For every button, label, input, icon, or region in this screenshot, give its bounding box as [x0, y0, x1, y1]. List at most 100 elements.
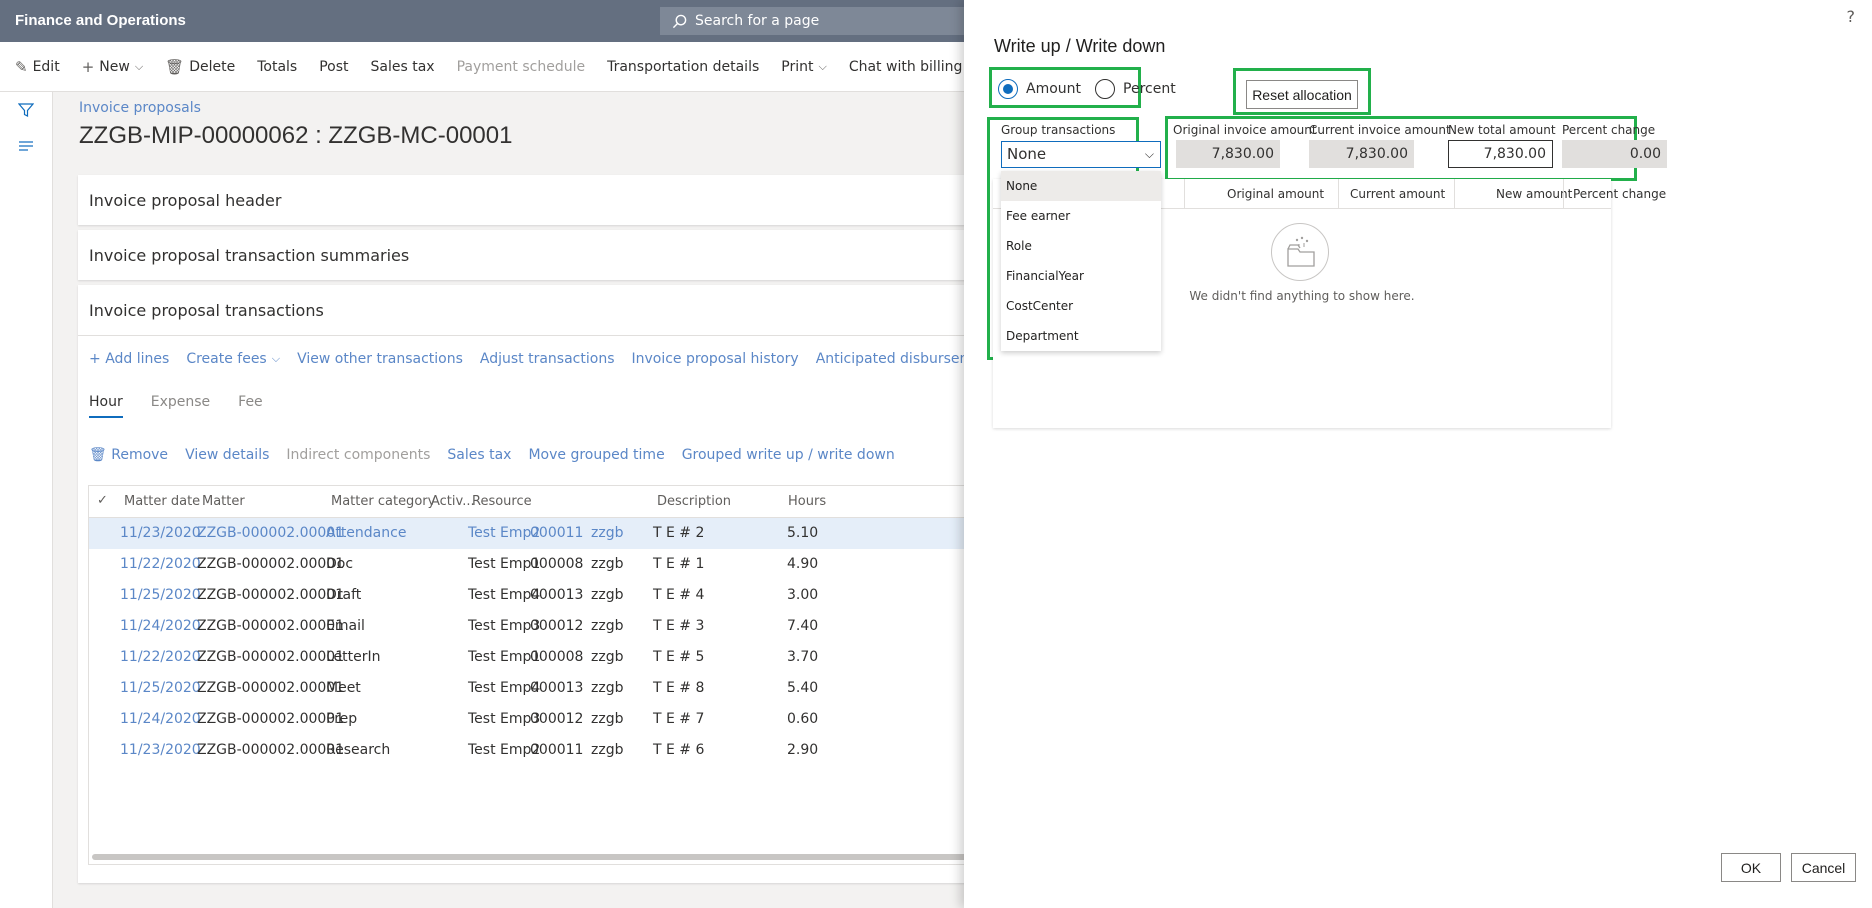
- percent-radio[interactable]: [1095, 79, 1116, 99]
- col-matter[interactable]: Matter: [202, 494, 245, 509]
- delete-button[interactable]: 🗑 Delete: [165, 58, 235, 76]
- totals-button[interactable]: Totals: [257, 59, 297, 75]
- add-lines-button[interactable]: + Add lines: [89, 351, 169, 367]
- cell-matter: ZZGB-000002.00001: [197, 525, 345, 541]
- view-details-button[interactable]: View details: [185, 447, 269, 463]
- cell-description: T E # 7: [653, 711, 705, 727]
- col-current-amount[interactable]: Current amount: [1350, 187, 1445, 201]
- table-row[interactable]: 11/22/2020 ZZGB-000002.00001 Doc Test Emp1 0…: [89, 549, 987, 580]
- cell-category: Research: [326, 742, 391, 758]
- help-icon[interactable]: ?: [1847, 7, 1856, 26]
- fasttab-summaries-title: Invoice proposal transaction summaries: [89, 246, 410, 265]
- cancel-button[interactable]: Cancel: [1791, 853, 1856, 882]
- tab-expense[interactable]: Expense: [151, 394, 210, 418]
- option-none[interactable]: None: [1001, 171, 1161, 201]
- col-description[interactable]: Description: [657, 494, 731, 509]
- col-new-amount[interactable]: New amount: [1496, 187, 1572, 201]
- sales-tax-link[interactable]: Sales tax: [447, 447, 511, 463]
- amount-radio-label[interactable]: Amount: [1026, 81, 1081, 97]
- group-transactions-dropdown[interactable]: None ⌵: [1001, 141, 1161, 168]
- cell-res-id: 000011: [530, 742, 584, 758]
- print-button[interactable]: Print ⌵: [781, 59, 827, 75]
- cell-category: Email: [326, 618, 365, 634]
- new-button[interactable]: + New ⌵: [82, 58, 143, 76]
- cell-date[interactable]: 11/22/2020: [120, 556, 201, 572]
- col-hours[interactable]: Hours: [788, 494, 826, 509]
- table-row[interactable]: 11/25/2020 ZZGB-000002.00001 Draft Test Emp…: [89, 580, 987, 611]
- cell-company: zzgb: [591, 618, 624, 634]
- option-role[interactable]: Role: [1001, 231, 1161, 261]
- cell-description: T E # 1: [653, 556, 705, 572]
- remove-button[interactable]: 🗑 Remove: [89, 447, 168, 463]
- table-row[interactable]: 11/22/2020 ZZGB-000002.00001 LetterIn Test …: [89, 642, 987, 673]
- create-fees-button[interactable]: Create fees ⌵: [186, 351, 280, 367]
- list-icon[interactable]: [18, 138, 36, 156]
- cell-company: zzgb: [591, 680, 624, 696]
- breadcrumb[interactable]: Invoice proposals: [79, 100, 201, 116]
- cell-date[interactable]: 11/22/2020: [120, 649, 201, 665]
- cell-res-id: 000008: [530, 556, 584, 572]
- view-other-transactions-button[interactable]: View other transactions: [297, 351, 463, 367]
- transportation-details-button[interactable]: Transportation details: [607, 59, 759, 75]
- select-all-checkbox[interactable]: ✓: [97, 493, 108, 508]
- mode-radio-group: Amount Percent: [998, 79, 1190, 99]
- filter-icon[interactable]: [17, 102, 36, 120]
- percent-change-label: Percent change: [1562, 123, 1656, 137]
- cell-date[interactable]: 11/24/2020: [120, 618, 201, 634]
- table-row[interactable]: 11/23/2020 ZZGB-000002.00001 Research Test …: [89, 735, 987, 766]
- search-placeholder: Search for a page: [695, 13, 820, 29]
- cell-category: LetterIn: [326, 649, 381, 665]
- page-title: ZZGB-MIP-00000062 : ZZGB-MC-00001: [79, 122, 513, 149]
- grouped-write-button[interactable]: Grouped write up / write down: [682, 447, 895, 463]
- col-percent-change[interactable]: Percent change: [1573, 187, 1666, 201]
- sales-tax-button[interactable]: Sales tax: [371, 59, 435, 75]
- edit-button[interactable]: ✎ Edit: [15, 58, 60, 76]
- fasttab-summaries[interactable]: Invoice proposal transaction summaries: [78, 230, 978, 280]
- move-grouped-time-button[interactable]: Move grouped time: [528, 447, 664, 463]
- amount-radio[interactable]: [998, 79, 1018, 99]
- option-financial-year[interactable]: FinancialYear: [1001, 261, 1161, 291]
- table-row[interactable]: 11/23/2020 ZZGB-000002.00001 Attendance Tes…: [89, 518, 987, 549]
- cell-date[interactable]: 11/23/2020: [120, 525, 201, 541]
- horizontal-scrollbar[interactable]: [92, 854, 986, 860]
- cell-description: T E # 2: [653, 525, 705, 541]
- transactions-action-bar: + Add lines Create fees ⌵ View other tran…: [89, 351, 1027, 367]
- col-matter-date[interactable]: Matter date: [124, 494, 200, 509]
- grid-header: ✓ Matter date Matter Matter category Act…: [89, 486, 987, 518]
- cell-date[interactable]: 11/23/2020: [120, 742, 201, 758]
- cell-description: T E # 4: [653, 587, 705, 603]
- cell-date[interactable]: 11/25/2020: [120, 587, 201, 603]
- cell-category: Draft: [326, 587, 362, 603]
- option-fee-earner[interactable]: Fee earner: [1001, 201, 1161, 231]
- tab-hour[interactable]: Hour: [89, 394, 123, 418]
- cell-category: Meet: [326, 680, 361, 696]
- reset-allocation-button[interactable]: Reset allocation: [1246, 80, 1358, 109]
- group-transactions-label: Group transactions: [1001, 123, 1116, 137]
- table-row[interactable]: 11/25/2020 ZZGB-000002.00001 Meet Test Emp4…: [89, 673, 987, 704]
- cell-date[interactable]: 11/25/2020: [120, 680, 201, 696]
- option-cost-center[interactable]: CostCenter: [1001, 291, 1161, 321]
- percent-radio-label[interactable]: Percent: [1123, 81, 1176, 97]
- tab-fee[interactable]: Fee: [238, 394, 263, 418]
- new-total-amount-input[interactable]: 7,830.00: [1448, 140, 1553, 168]
- table-row[interactable]: 11/24/2020 ZZGB-000002.00001 Prep Test Emp3…: [89, 704, 987, 735]
- current-invoice-amount-label: Current invoice amount: [1309, 123, 1451, 137]
- invoice-proposal-history-button[interactable]: Invoice proposal history: [631, 351, 798, 367]
- col-resource[interactable]: Resource: [472, 494, 532, 509]
- col-matter-category[interactable]: Matter category: [331, 494, 435, 509]
- search-box[interactable]: Search for a page: [660, 7, 1000, 35]
- option-department[interactable]: Department: [1001, 321, 1161, 351]
- table-row[interactable]: 11/24/2020 ZZGB-000002.00001 Email Test Emp…: [89, 611, 987, 642]
- cell-date[interactable]: 11/24/2020: [120, 711, 201, 727]
- app-title[interactable]: Finance and Operations: [15, 12, 186, 29]
- cell-matter: ZZGB-000002.00001: [197, 680, 345, 696]
- col-original-amount[interactable]: Original amount: [1227, 187, 1324, 201]
- ok-button[interactable]: OK: [1721, 853, 1781, 882]
- post-button[interactable]: Post: [319, 59, 348, 75]
- fasttab-transactions-title[interactable]: Invoice proposal transactions: [89, 301, 324, 320]
- adjust-transactions-button[interactable]: Adjust transactions: [480, 351, 615, 367]
- col-activity[interactable]: Activ...: [431, 494, 475, 509]
- fasttab-header[interactable]: Invoice proposal header: [78, 175, 978, 225]
- empty-folder-icon: [1271, 223, 1329, 281]
- search-icon: [672, 14, 687, 29]
